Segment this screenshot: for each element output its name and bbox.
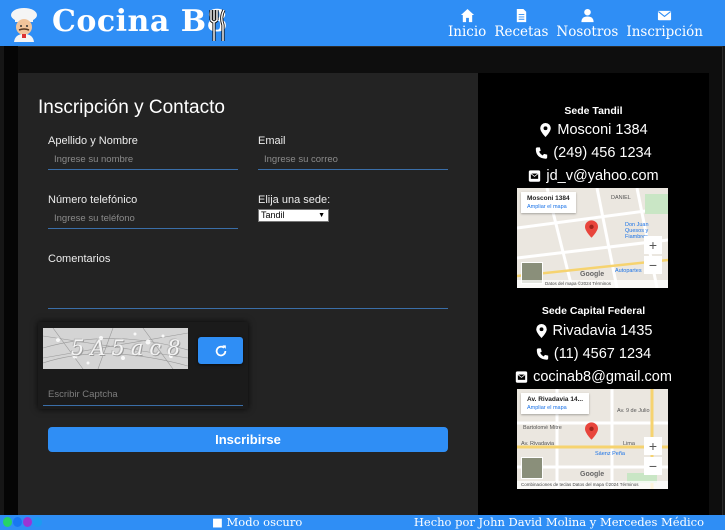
twitter-icon[interactable] [33,517,42,527]
map-label-rivadavia: Av. Rivadavia [521,441,555,447]
location-pin-icon [535,324,547,338]
nav-inicio-label: Inicio [447,24,487,40]
whatsapp-icon[interactable] [3,517,12,527]
email-input[interactable] [258,150,448,170]
sede-capital-phone: (11) 4567 1234 [478,346,709,362]
mail-box-icon [515,371,528,383]
captcha-image: 5A5ac8 [43,328,188,369]
map-marker-icon[interactable] [585,220,598,238]
map-enlarge-link[interactable]: Ampliar el mapa [527,204,570,210]
sede-tandil-phone: (249) 456 1234 [478,145,709,161]
nav-nosotros[interactable]: Nosotros [556,8,618,40]
map-card: Av. Rivadavia 14... Ampliar el mapa [521,393,590,414]
map-card-title: Mosconi 1384 [527,195,570,202]
map-label-autopartes: Autopartes [615,268,642,274]
submit-button[interactable]: Inscribirse [48,427,448,452]
sede-select[interactable]: Tandil ▼ [258,209,329,222]
nav-recetas[interactable]: Recetas [494,8,548,40]
sede-capital-address: Rivadavia 1435 [478,323,709,339]
sede-tandil-email-text: jd_v@yahoo.com [546,168,659,184]
comments-label: Comentarios [48,253,111,265]
sede-capital-email-text: cocinab8@gmail.com [533,369,672,385]
map-footer: Datos del mapa ©2024 Términos [517,280,668,288]
map-marker-icon[interactable] [585,422,598,440]
map-footer: Combinaciones de teclas Datos del mapa ©… [517,481,668,489]
sede-tandil-address: Mosconi 1384 [478,122,709,138]
map-satellite-thumbnail[interactable] [521,457,543,479]
sede-label: Elija una sede: [258,194,331,206]
map-enlarge-link[interactable]: Ampliar el mapa [527,405,583,411]
document-icon [516,8,527,23]
location-pin-icon [540,123,552,137]
sede-tandil-title: Sede Tandil [564,105,623,117]
chef-logo-icon[interactable] [6,6,42,42]
utensils-icon [209,9,226,41]
envelope-icon [658,10,672,21]
comments-textarea[interactable] [48,268,448,309]
brand-title[interactable]: Cocina B8 [52,4,228,39]
phone-label: Número telefónico [48,194,138,206]
nav-inscripcion[interactable]: Inscripción [626,8,703,40]
map-zoom-out-button[interactable]: − [644,457,662,475]
nav-recetas-label: Recetas [494,24,549,40]
map-google-logo: Google [580,271,605,278]
map-label-daniel: DANIEL [611,195,631,201]
map-card: Mosconi 1384 Ampliar el mapa [521,192,576,213]
user-icon [581,8,594,23]
sede-tandil-email: jd_v@yahoo.com [478,168,709,184]
sede-tandil-address-text: Mosconi 1384 [557,122,648,138]
map-label-saenz-pena: Sáenz Peña [595,451,625,457]
captcha-refresh-button[interactable] [198,337,243,364]
sede-capital-address-text: Rivadavia 1435 [552,323,653,339]
map-zoom-in-button[interactable]: + [644,236,662,254]
map-card-title: Av. Rivadavia 14... [527,396,584,403]
sede-select-value: Tandil [261,210,285,220]
email-label: Email [258,135,286,147]
sede-tandil-phone-text: (249) 456 1234 [553,145,652,161]
instagram-icon[interactable] [23,517,32,527]
main-nav: Inicio Recetas Nosotros Inscripción [448,8,703,40]
form-title: Inscripción y Contacto [38,97,225,118]
mail-box-icon [529,170,541,182]
site-header: Cocina B8 Inicio Recetas Nosotros Inscri… [0,0,725,46]
map-label-9-de-julio: Av. 9 de Julio [617,408,650,414]
chevron-down-icon: ▼ [318,212,325,219]
map-label-lima: Lima [623,441,635,447]
site-footer: ■ Modo oscuro Hecho por John David Molin… [0,515,725,530]
map-google-logo: Google [580,471,605,478]
home-icon [460,8,474,23]
sede-capital-title: Sede Capital Federal [541,305,646,317]
sede-capital-phone-text: (11) 4567 1234 [553,346,652,362]
map-zoom-out-button[interactable]: − [644,256,662,274]
name-label: Apellido y Nombre [48,135,138,147]
nav-nosotros-label: Nosotros [556,24,619,40]
phone-input[interactable] [48,209,238,229]
footer-credits: Hecho por John David Molina y Mercedes M… [413,515,704,529]
facebook-icon[interactable] [13,517,22,527]
nav-inicio[interactable]: Inicio [448,8,486,40]
sede-tandil-map[interactable]: DANIEL Don Juan Quesos y Fiambres Autopa… [517,188,668,288]
dark-mode-toggle[interactable]: ■ Modo oscuro [212,515,302,530]
name-input[interactable] [48,150,238,170]
captcha-text: 5A5ac8 [71,336,187,360]
map-label-bartolome-mitre: Bartolomé Mitre [523,425,562,431]
phone-icon [536,147,548,159]
refresh-icon [215,344,226,356]
frame-left-margin [4,46,18,516]
sede-capital-email: cocinab8@gmail.com [478,369,709,385]
phone-icon [536,348,549,360]
nav-inscripcion-label: Inscripción [626,24,703,40]
sede-capital-map[interactable]: Av. 9 de Julio Bartolomé Mitre Av. Rivad… [517,389,668,489]
map-zoom-in-button[interactable]: + [644,437,662,455]
social-icons [3,517,42,527]
captcha-input[interactable] [43,384,243,406]
